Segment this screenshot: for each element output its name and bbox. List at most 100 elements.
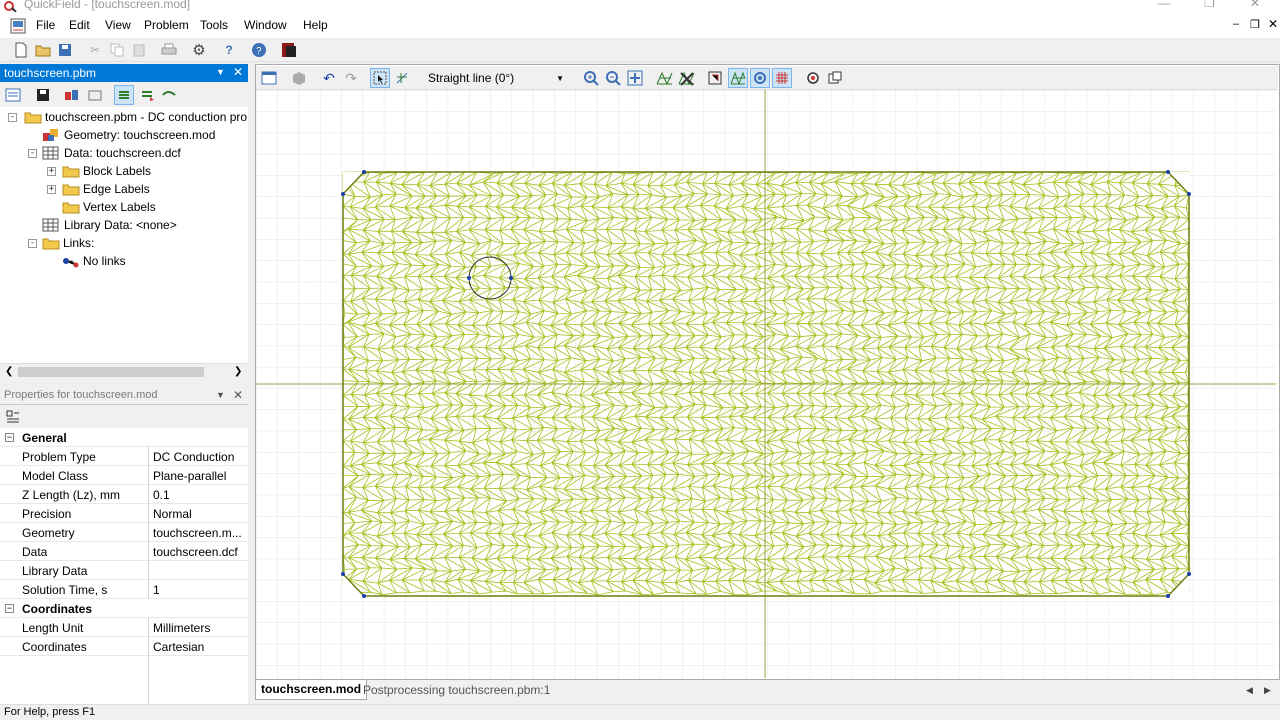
- open-problem-icon[interactable]: [4, 86, 22, 104]
- property-row[interactable]: Data touchscreen.dcf: [0, 542, 248, 561]
- properties-icon[interactable]: [87, 86, 105, 104]
- menu-file[interactable]: File: [36, 18, 55, 32]
- property-row[interactable]: Problem Type DC Conduction: [0, 447, 248, 466]
- model-discretization-icon[interactable]: [706, 69, 724, 87]
- tab-scroll-right-icon[interactable]: ▶: [1264, 685, 1271, 696]
- property-row[interactable]: Z Length (Lz), mm 0.1: [0, 485, 248, 504]
- copy-picture-icon[interactable]: [826, 69, 844, 87]
- vertex-marker[interactable]: [1166, 170, 1170, 174]
- geometry-canvas[interactable]: [256, 90, 1276, 678]
- mdi-restore-icon[interactable]: ❐: [1250, 18, 1260, 31]
- open-folder-icon[interactable]: [34, 41, 52, 59]
- property-value[interactable]: Millimeters: [153, 621, 210, 635]
- print-icon[interactable]: [160, 41, 178, 59]
- property-row[interactable]: Solution Time, s 1: [0, 580, 248, 599]
- mdi-close-icon[interactable]: ✕: [1268, 17, 1278, 31]
- vertex-marker[interactable]: [1187, 192, 1191, 196]
- copy-icon[interactable]: [108, 41, 126, 59]
- menu-view[interactable]: View: [105, 18, 131, 32]
- menu-tools[interactable]: Tools: [200, 18, 228, 32]
- tab-scroll-left-icon[interactable]: ◀: [1246, 685, 1253, 696]
- vertex-marker[interactable]: [1187, 572, 1191, 576]
- tree-item-edge-labels[interactable]: Edge Labels: [62, 180, 150, 198]
- document-icon[interactable]: [10, 18, 26, 34]
- vertex-marker[interactable]: [362, 594, 366, 598]
- remove-mesh-icon[interactable]: [678, 69, 696, 87]
- tree-item-library[interactable]: Library Data: <none>: [42, 216, 177, 234]
- property-row[interactable]: Coordinates Cartesian: [0, 637, 248, 656]
- property-row[interactable]: Length Unit Millimeters: [0, 618, 248, 637]
- context-help-icon[interactable]: ?: [220, 41, 238, 59]
- collapse-icon[interactable]: −: [5, 604, 14, 613]
- panel-dropdown-icon[interactable]: ▼: [216, 67, 225, 77]
- show-axes-icon[interactable]: [750, 68, 770, 88]
- mdi-minimize-icon[interactable]: –: [1233, 18, 1239, 30]
- property-value[interactable]: 1: [153, 583, 160, 597]
- tree-item-links[interactable]: Links:: [42, 234, 94, 252]
- tree-item-root[interactable]: touchscreen.pbm - DC conduction pro: [24, 108, 247, 126]
- tab-postprocessing[interactable]: Postprocessing touchscreen.pbm:1: [363, 683, 550, 697]
- vertex-marker[interactable]: [362, 170, 366, 174]
- book-icon[interactable]: [280, 41, 298, 59]
- property-row[interactable]: Model Class Plane-parallel: [0, 466, 248, 485]
- panel-dropdown-icon[interactable]: ▼: [216, 390, 225, 400]
- tab-touchscreen-mod[interactable]: touchscreen.mod: [255, 680, 368, 700]
- insert-mode-icon[interactable]: [394, 69, 412, 87]
- property-value[interactable]: 0.1: [153, 488, 170, 502]
- property-value[interactable]: touchscreen.dcf: [153, 545, 238, 559]
- menu-help[interactable]: Help: [303, 18, 328, 32]
- tree-horizontal-scrollbar[interactable]: ❮ ❯: [0, 363, 248, 380]
- category-general[interactable]: − General: [0, 428, 248, 447]
- select-mode-icon[interactable]: [370, 68, 390, 88]
- scroll-thumb[interactable]: [18, 367, 204, 377]
- zoom-fit-icon[interactable]: [626, 69, 644, 87]
- restore-icon[interactable]: ❐: [1204, 0, 1215, 10]
- build-mesh-icon[interactable]: [656, 69, 674, 87]
- show-grid-icon[interactable]: [772, 68, 792, 88]
- menu-window[interactable]: Window: [244, 18, 287, 32]
- analyze-results-icon[interactable]: [139, 86, 157, 104]
- property-value[interactable]: Normal: [153, 507, 192, 521]
- link-icon[interactable]: [160, 86, 178, 104]
- zoom-out-icon[interactable]: [604, 69, 622, 87]
- vertex-marker[interactable]: [341, 192, 345, 196]
- 3d-view-icon[interactable]: [290, 69, 308, 87]
- vertex-marker[interactable]: [1166, 594, 1170, 598]
- property-row[interactable]: Library Data: [0, 561, 248, 580]
- view-window-icon[interactable]: [260, 69, 278, 87]
- edit-data-icon[interactable]: [63, 86, 81, 104]
- minimize-icon[interactable]: —: [1158, 0, 1170, 10]
- property-value[interactable]: Cartesian: [153, 640, 204, 654]
- show-mesh-icon[interactable]: [728, 68, 748, 88]
- categorized-view-icon[interactable]: [4, 408, 22, 426]
- tree-collapse-links[interactable]: -: [28, 239, 37, 248]
- undo-icon[interactable]: ↶: [320, 69, 338, 87]
- new-file-icon[interactable]: [12, 41, 30, 59]
- property-value[interactable]: touchscreen.m...: [153, 526, 242, 540]
- tree-expand-edge-labels[interactable]: +: [47, 185, 56, 194]
- help-icon[interactable]: ?: [250, 41, 268, 59]
- tree-collapse-root[interactable]: -: [8, 113, 17, 122]
- tree-expand-block-labels[interactable]: +: [47, 167, 56, 176]
- paste-icon[interactable]: [130, 41, 148, 59]
- property-row[interactable]: Precision Normal: [0, 504, 248, 523]
- settings-gear-icon[interactable]: ⚙: [190, 41, 208, 59]
- tree-item-geometry[interactable]: Geometry: touchscreen.mod: [42, 126, 215, 144]
- solve-problem-icon[interactable]: [114, 85, 134, 105]
- collapse-icon[interactable]: −: [5, 433, 14, 442]
- save-problem-icon[interactable]: [34, 86, 52, 104]
- vertex-marker[interactable]: [467, 276, 471, 280]
- panel-close-icon[interactable]: ✕: [233, 388, 243, 402]
- panel-close-icon[interactable]: ✕: [233, 65, 243, 79]
- save-icon[interactable]: [56, 41, 74, 59]
- tree-item-vertex-labels[interactable]: Vertex Labels: [62, 198, 156, 216]
- vertex-marker[interactable]: [509, 276, 513, 280]
- scroll-left-icon[interactable]: ❮: [5, 366, 13, 377]
- tree-item-block-labels[interactable]: Block Labels: [62, 162, 151, 180]
- zoom-in-icon[interactable]: [582, 69, 600, 87]
- tree-collapse-data[interactable]: -: [28, 149, 37, 158]
- cut-icon[interactable]: ✂: [86, 41, 104, 59]
- close-window-icon[interactable]: ✕: [1250, 0, 1260, 10]
- redo-icon[interactable]: ↷: [342, 69, 360, 87]
- scroll-right-icon[interactable]: ❯: [234, 366, 242, 377]
